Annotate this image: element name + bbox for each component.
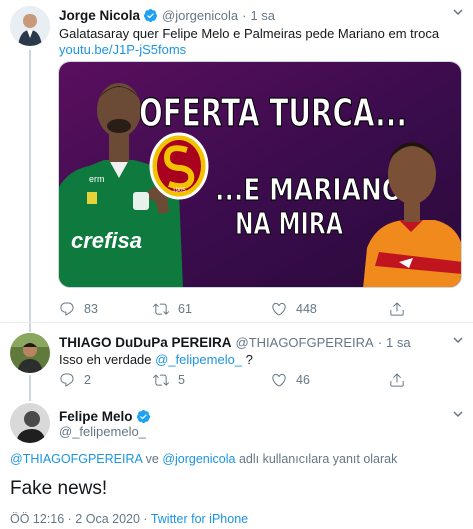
reply-count: 2 [84,373,91,387]
retweet-count: 61 [178,302,192,316]
verified-badge-icon [143,8,158,23]
author-handle[interactable]: @jorgenicola [162,8,238,23]
share-button[interactable] [389,372,414,388]
avatar-thiago-pereira[interactable] [10,333,50,373]
chevron-down-icon[interactable] [452,334,464,349]
retweet-icon [153,374,169,386]
tweet-timestamp[interactable]: ÖÖ 12:16 · 2 Oca 2020 · [10,512,151,526]
verified-badge-icon [136,409,151,424]
heart-icon [272,373,286,387]
retweet-count: 5 [178,373,185,387]
thread-line-bottom [29,375,31,395]
chevron-down-icon[interactable] [452,6,464,21]
thumbnail-headline-3: NA MIRA [235,207,344,242]
tweet-text: Isso eh verdade @_felipemelo_ ? [59,351,253,368]
chevron-down-icon[interactable] [452,408,464,423]
reply-icon [60,302,74,316]
shirt-brand-text: erm [89,174,105,184]
tweet-time[interactable]: 1 sa [250,8,275,23]
galatasaray-crest-icon: 1905 [149,132,209,200]
avatar-felipe-melo[interactable] [10,403,50,443]
like-button[interactable]: 448 [271,301,389,317]
share-icon [390,302,404,316]
tweet-jorge-nicola[interactable]: Jorge Nicola @jorgenicola · 1 sa Galatas… [0,0,473,322]
tweet-header: Felipe Melo [59,407,155,425]
video-thumbnail[interactable]: crefisa erm 1905 OFERTA TURCA... ...E MA… [58,61,462,288]
tweet-actions: 2 5 46 [59,372,414,388]
tweet-header: Jorge Nicola @jorgenicola · 1 sa [59,6,275,24]
tweet-felipe-melo[interactable]: Felipe Melo @_felipemelo_ @THIAGOFGPEREI… [0,395,473,529]
thread-line-top [29,395,31,401]
tweet-timestamp-row: ÖÖ 12:16 · 2 Oca 2020 · Twitter for iPho… [10,511,248,528]
like-button[interactable]: 46 [271,372,389,388]
thread-line [29,50,31,322]
tweet-thiago-pereira[interactable]: THIAGO DuDuPa PEREIRA @THIAGOFGPEREIRA ·… [0,323,473,395]
like-count: 448 [296,302,317,316]
replying-to: @THIAGOFGPEREIRA ve @jorgenicola adlı ku… [10,451,397,468]
author-name[interactable]: Felipe Melo [59,409,133,424]
author-name[interactable]: THIAGO DuDuPa PEREIRA [59,335,232,350]
avatar-jorge-nicola[interactable] [10,6,50,46]
thread-line-top [29,323,31,332]
shirt-sponsor-text: crefisa [71,228,142,253]
reply-count: 83 [84,302,98,316]
share-button[interactable] [389,301,414,317]
author-handle[interactable]: @THIAGOFGPEREIRA [236,335,374,350]
heart-icon [272,302,286,316]
tweet-text: Galatasaray quer Felipe Melo e Palmeiras… [59,26,440,41]
retweet-button[interactable]: 5 [153,372,271,388]
reply-button[interactable]: 83 [59,301,153,317]
reply-icon [60,373,74,387]
reply-suffix: adlı kullanıcılara yanıt olarak [235,452,398,466]
mention-link[interactable]: @_felipemelo_ [155,352,242,367]
retweet-button[interactable]: 61 [153,301,271,317]
tweet-text-before: Isso eh verdade [59,352,156,367]
separator-dot: · [242,7,247,23]
thumbnail-headline-2: ...E MARIANO [215,173,403,208]
reply-and: ve [142,452,163,466]
tweet-text-after: ? [242,352,253,367]
tweet-header: THIAGO DuDuPa PEREIRA @THIAGOFGPEREIRA ·… [59,333,411,351]
reply-mention-1[interactable]: @THIAGOFGPEREIRA [10,452,142,466]
retweet-icon [153,303,169,315]
thumbnail-headline-1: OFERTA TURCA... [139,91,407,135]
tweet-source[interactable]: Twitter for iPhone [151,512,248,526]
crest-year: 1905 [172,188,186,194]
author-handle[interactable]: @_felipemelo_ [59,424,146,439]
author-name[interactable]: Jorge Nicola [59,8,140,23]
reply-button[interactable]: 2 [59,372,153,388]
tweet-actions: 83 61 448 [59,301,414,317]
tweet-link[interactable]: youtu.be/J1P-jS5foms [59,41,186,58]
share-icon [390,373,404,387]
reply-mention-2[interactable]: @jorgenicola [162,452,235,466]
like-count: 46 [296,373,310,387]
tweet-text: Fake news! [10,478,108,499]
separator-dot: · [377,334,383,350]
tweet-time[interactable]: 1 sa [386,335,411,350]
